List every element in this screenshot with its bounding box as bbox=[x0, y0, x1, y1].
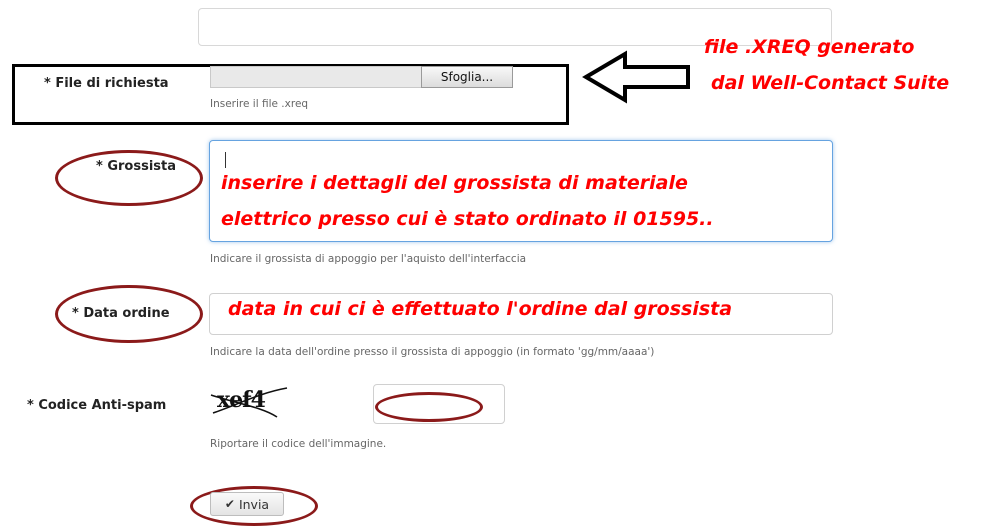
grossista-annotation-line1: inserire i dettagli del grossista di mat… bbox=[221, 172, 688, 194]
file-field-label: * File di richiesta bbox=[44, 76, 169, 91]
data-annotation: data in cui ci è effettuato l'ordine dal… bbox=[228, 298, 733, 320]
captcha-text: xef4 bbox=[217, 387, 266, 413]
left-arrow-icon bbox=[582, 50, 690, 104]
file-field-help: Inserire il file .xreq bbox=[210, 98, 309, 110]
data-field-label: * Data ordine bbox=[72, 306, 170, 321]
captcha-input-ellipse bbox=[375, 392, 483, 422]
text-cursor bbox=[225, 152, 226, 168]
file-annotation-line1: file .XREQ generato bbox=[704, 36, 915, 58]
submit-button[interactable]: ✔ Invia bbox=[210, 492, 284, 516]
grossista-field-help: Indicare il grossista di appoggio per l'… bbox=[210, 253, 527, 265]
grossista-field-label: * Grossista bbox=[96, 159, 176, 174]
captcha-field-help: Riportare il codice dell'immagine. bbox=[210, 438, 387, 450]
data-field-help: Indicare la data dell'ordine presso il g… bbox=[210, 346, 655, 358]
check-icon: ✔ bbox=[224, 497, 235, 511]
file-path-input[interactable] bbox=[210, 66, 422, 88]
submit-button-label: Invia bbox=[238, 496, 270, 512]
grossista-annotation-line2: elettrico presso cui è stato ordinato il… bbox=[221, 208, 714, 230]
file-annotation-line2: dal Well-Contact Suite bbox=[711, 72, 950, 94]
captcha-image: xef4 bbox=[207, 383, 307, 423]
captcha-field-label: * Codice Anti-spam bbox=[27, 398, 167, 413]
browse-button[interactable]: Sfoglia... bbox=[421, 66, 513, 88]
